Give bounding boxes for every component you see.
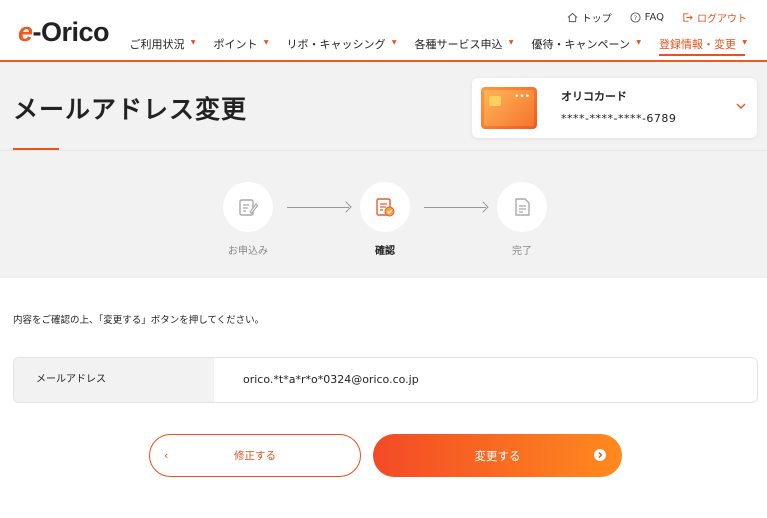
- step-arrow: [424, 207, 486, 208]
- nav-registration-change[interactable]: 登録情報・変更: [659, 36, 747, 56]
- card-selector[interactable]: ••• オリコカード ****-****-****-6789: [472, 78, 757, 138]
- progress-stepper: お申込み 確認 完了: [0, 150, 767, 278]
- card-dots: •••: [514, 92, 530, 102]
- email-field-label: メールアドレス: [14, 358, 214, 402]
- title-bar: メールアドレス変更 ••• オリコカード ****-****-****-6789: [0, 62, 767, 151]
- submit-change-button[interactable]: 変更する: [373, 434, 622, 477]
- arrow-right-circle-icon: [594, 449, 606, 461]
- chevron-left-icon: ‹: [164, 449, 169, 462]
- faq-link[interactable]: ? FAQ: [630, 12, 664, 23]
- step-arrow: [287, 207, 349, 208]
- step-complete: 完了: [497, 182, 547, 257]
- nav-usage[interactable]: ご利用状況: [130, 36, 196, 56]
- home-icon: [567, 12, 578, 23]
- document-icon: [515, 198, 530, 216]
- question-icon: ?: [630, 12, 641, 23]
- nav-service-apply[interactable]: 各種サービス申込: [415, 36, 514, 56]
- card-chip-icon: [489, 96, 501, 106]
- card-image: •••: [481, 87, 537, 129]
- svg-text:?: ?: [633, 14, 636, 22]
- edit-button-label: 修正する: [234, 450, 276, 462]
- edit-button[interactable]: ‹ 修正する: [149, 434, 361, 477]
- orico-logo[interactable]: e-Orico: [18, 17, 110, 48]
- card-name: オリコカード: [561, 90, 627, 103]
- site-header: e-Orico トップ ? FAQ ログアウト ご利用状況 ポイント リボ・キャ…: [0, 0, 767, 62]
- nav-campaign[interactable]: 優待・キャンペーン: [532, 36, 642, 56]
- step-label: お申込み: [228, 246, 268, 257]
- step-apply: お申込み: [223, 182, 273, 257]
- email-field-value: orico.*t*a*r*o*0324@orico.co.jp: [243, 373, 419, 386]
- edit-icon: [239, 199, 259, 216]
- logout-link[interactable]: ログアウト: [682, 10, 747, 25]
- top-link[interactable]: トップ: [567, 10, 612, 25]
- card-number: ****-****-****-6789: [561, 112, 677, 125]
- logout-icon: [683, 13, 693, 22]
- step-label: 完了: [512, 246, 532, 257]
- instruction-text: 内容をご確認の上、「変更する」ボタンを押してください。: [13, 315, 265, 326]
- nav-points[interactable]: ポイント: [214, 36, 269, 56]
- chevron-down-icon[interactable]: [735, 100, 747, 112]
- step-label: 確認: [375, 246, 395, 257]
- global-nav: ご利用状況 ポイント リボ・キャッシング 各種サービス申込 優待・キャンペーン …: [130, 36, 747, 56]
- utility-nav: トップ ? FAQ ログアウト: [567, 10, 747, 25]
- email-confirm-row: メールアドレス orico.*t*a*r*o*0324@orico.co.jp: [13, 357, 758, 403]
- nav-revolving-cashing[interactable]: リボ・キャッシング: [287, 36, 397, 56]
- check-document-icon: [376, 198, 395, 217]
- step-confirm: 確認: [360, 182, 410, 257]
- submit-button-label: 変更する: [474, 448, 521, 463]
- page-title: メールアドレス変更: [13, 95, 248, 124]
